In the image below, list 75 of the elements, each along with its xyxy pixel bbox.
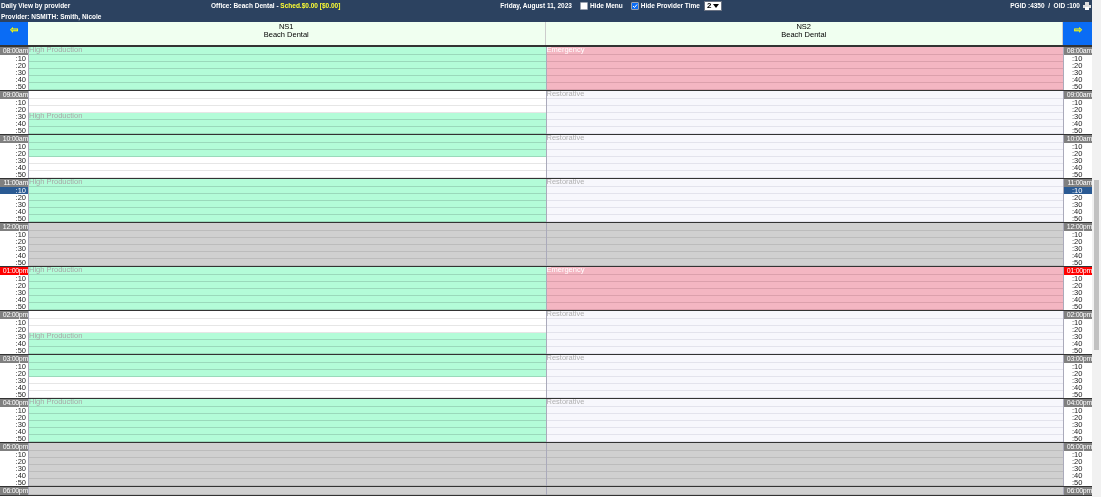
schedule-slot[interactable] <box>29 282 546 289</box>
schedule-slot[interactable] <box>546 231 1063 238</box>
schedule-slot[interactable] <box>546 76 1063 83</box>
schedule-slot[interactable] <box>29 143 546 150</box>
schedule-slot[interactable] <box>29 76 546 83</box>
schedule-slot[interactable] <box>546 259 1063 266</box>
schedule-slot[interactable] <box>546 479 1063 486</box>
schedule-slot[interactable] <box>29 83 546 90</box>
schedule-slot[interactable] <box>546 252 1063 259</box>
caret-icon <box>713 4 720 8</box>
schedule-slot[interactable] <box>546 451 1063 458</box>
schedule-slot[interactable] <box>29 428 546 435</box>
schedule-slot[interactable] <box>29 259 546 266</box>
schedule-slot[interactable] <box>29 347 546 354</box>
next-button[interactable]: ⇨ <box>1063 22 1092 45</box>
schedule-slot[interactable] <box>29 252 546 259</box>
schedule-slot[interactable] <box>29 194 546 201</box>
schedule-slot[interactable] <box>29 363 546 370</box>
schedule-slot[interactable] <box>29 208 546 215</box>
schedule-slot[interactable] <box>29 472 546 479</box>
schedule-slot[interactable] <box>29 245 546 252</box>
schedule-slot[interactable] <box>29 55 546 62</box>
previous-button[interactable]: ⇦ <box>0 22 28 45</box>
count-select[interactable]: 2 <box>703 1 723 11</box>
schedule-slot[interactable] <box>29 135 546 143</box>
schedule-slot[interactable] <box>546 83 1063 90</box>
printer-icon[interactable] <box>1083 2 1091 10</box>
schedule-slot[interactable] <box>546 472 1063 479</box>
schedule-slot[interactable] <box>29 458 546 465</box>
schedule-slot[interactable] <box>29 289 546 296</box>
schedule-slot[interactable] <box>29 451 546 458</box>
hide-provider-time-checkbox[interactable] <box>630 2 639 10</box>
schedule-slot[interactable] <box>29 120 546 127</box>
checkmark-icon <box>631 3 638 9</box>
schedule-slot[interactable] <box>29 69 546 76</box>
schedule-slot[interactable] <box>546 289 1063 296</box>
schedule-slot[interactable] <box>29 479 546 486</box>
schedule-slot[interactable] <box>29 303 546 310</box>
schedule-slot[interactable] <box>29 187 546 194</box>
schedule-slot[interactable] <box>29 231 546 238</box>
schedule-slot[interactable] <box>29 421 546 428</box>
schedule-slot[interactable] <box>546 238 1063 245</box>
schedule-slot[interactable] <box>29 238 546 245</box>
schedule-slot[interactable] <box>546 487 1063 495</box>
schedule-slot[interactable] <box>29 215 546 222</box>
schedule-slot[interactable] <box>29 414 546 421</box>
schedule-slot[interactable] <box>29 435 546 442</box>
schedule-slot[interactable] <box>546 458 1063 465</box>
scrollbar[interactable] <box>1092 0 1101 497</box>
schedule-slot[interactable] <box>546 275 1063 282</box>
schedule-slot[interactable] <box>546 62 1063 69</box>
schedule-slot[interactable] <box>29 407 546 414</box>
schedule-slot[interactable] <box>546 465 1063 472</box>
schedule-slot[interactable] <box>29 465 546 472</box>
schedule-slot[interactable] <box>29 62 546 69</box>
schedule-slot[interactable] <box>29 370 546 377</box>
schedule-slot[interactable] <box>29 275 546 282</box>
schedule-slot[interactable] <box>546 55 1063 62</box>
schedule-slot[interactable] <box>29 443 546 451</box>
schedule-slot[interactable] <box>29 355 546 363</box>
schedule-slot[interactable] <box>546 223 1063 231</box>
schedule-slot[interactable] <box>29 150 546 157</box>
hide-menu-checkbox[interactable] <box>579 2 588 10</box>
schedule-slot[interactable] <box>29 296 546 303</box>
schedule-slot[interactable] <box>546 303 1063 310</box>
schedule-slot[interactable] <box>546 443 1063 451</box>
schedule-slot[interactable] <box>29 340 546 347</box>
schedule-slot[interactable] <box>29 201 546 208</box>
schedule-slot[interactable] <box>29 487 546 495</box>
schedule-slot[interactable] <box>29 127 546 134</box>
schedule-slot[interactable] <box>546 245 1063 252</box>
schedule-slot[interactable] <box>546 296 1063 303</box>
schedule-slot[interactable] <box>546 282 1063 289</box>
schedule-slot[interactable] <box>29 223 546 231</box>
schedule-slot[interactable] <box>546 69 1063 76</box>
